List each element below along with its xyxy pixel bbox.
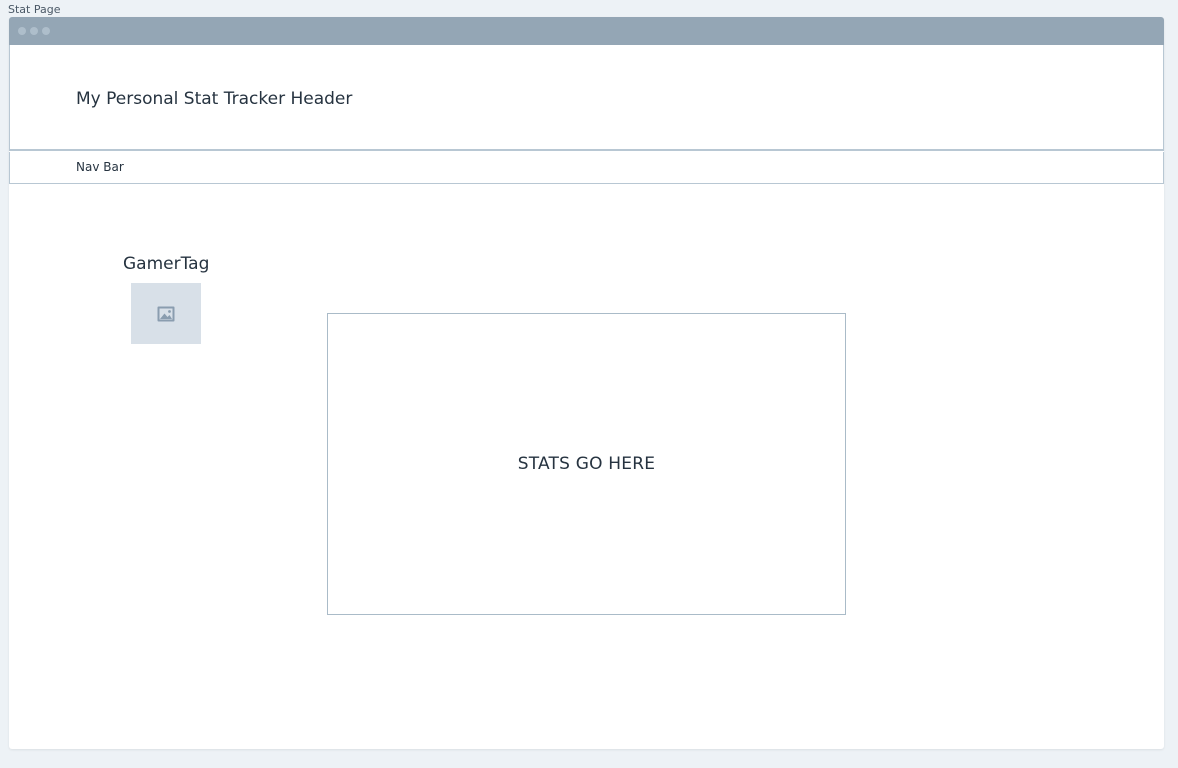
header-title: My Personal Stat Tracker Header <box>76 89 353 109</box>
window-maximize-dot[interactable] <box>42 27 50 35</box>
image-placeholder-icon <box>157 306 175 321</box>
nav-bar-label: Nav Bar <box>76 160 124 174</box>
page-header: My Personal Stat Tracker Header <box>9 45 1164 151</box>
stats-placeholder-text: STATS GO HERE <box>517 454 656 474</box>
window-titlebar <box>9 17 1164 45</box>
window-close-dot[interactable] <box>18 27 26 35</box>
stats-panel: STATS GO HERE <box>327 313 846 615</box>
gamertag-label: GamerTag <box>123 254 210 274</box>
nav-bar[interactable]: Nav Bar <box>9 152 1164 184</box>
window-minimize-dot[interactable] <box>30 27 38 35</box>
page-label: Stat Page <box>8 3 61 16</box>
browser-window: My Personal Stat Tracker Header Nav Bar … <box>9 17 1164 749</box>
avatar <box>131 283 201 344</box>
